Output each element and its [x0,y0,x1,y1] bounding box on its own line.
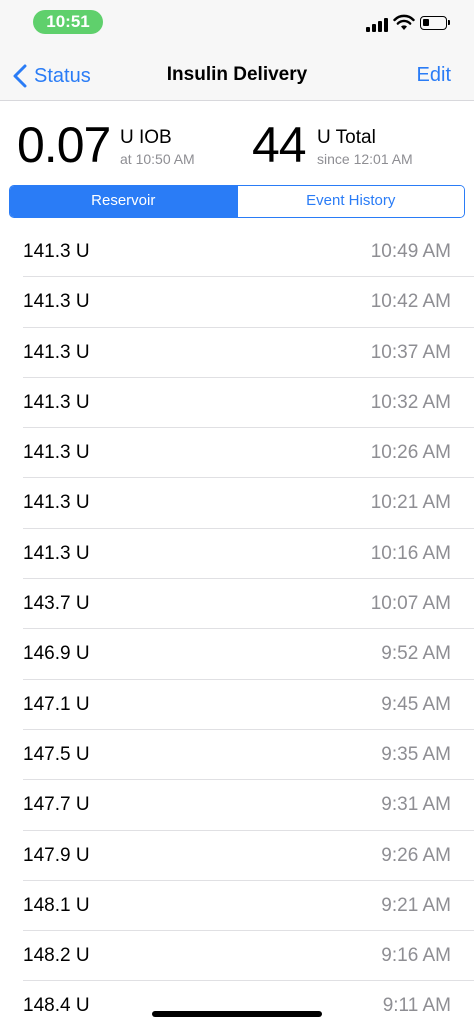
insulin-summary: 0.07 U IOB at 10:50 AM 44 U Total since … [0,110,474,180]
total-since: since 12:01 AM [317,151,413,167]
list-item[interactable]: 148.2 U 9:16 AM [0,931,474,982]
list-item[interactable]: 141.3 U 10:42 AM [0,277,474,328]
reservoir-amount: 141.3 U [23,492,90,514]
cellular-signal-icon [366,16,388,32]
reservoir-time: 9:11 AM [382,995,451,1017]
home-indicator[interactable] [152,1011,322,1017]
reservoir-amount: 148.2 U [23,945,90,967]
list-item[interactable]: 141.3 U 10:21 AM [0,478,474,529]
reservoir-time: 9:21 AM [381,894,451,916]
reservoir-amount: 146.9 U [23,643,90,665]
reservoir-time: 10:42 AM [370,291,451,313]
reservoir-amount: 141.3 U [23,241,90,262]
reservoir-time: 10:26 AM [370,442,451,464]
reservoir-time: 10:37 AM [370,341,451,363]
reservoir-time: 9:45 AM [381,693,451,715]
reservoir-time: 10:32 AM [370,391,451,413]
status-time: 10:51 [33,10,103,34]
reservoir-amount: 147.1 U [23,693,90,715]
list-item[interactable]: 141.3 U 10:49 AM [0,227,474,278]
reservoir-amount: 143.7 U [23,593,90,615]
reservoir-time: 9:16 AM [381,945,451,967]
list-item[interactable]: 148.1 U 9:21 AM [0,881,474,932]
reservoir-amount: 147.9 U [23,844,90,866]
list-item[interactable]: 147.5 U 9:35 AM [0,730,474,781]
iob-timestamp: at 10:50 AM [120,151,195,167]
reservoir-time: 9:35 AM [381,743,451,765]
reservoir-time: 9:52 AM [381,643,451,665]
reservoir-amount: 141.3 U [23,442,90,464]
tab-reservoir[interactable]: Reservoir [10,186,237,217]
reservoir-amount: 141.3 U [23,341,90,363]
reservoir-time: 9:31 AM [381,794,451,816]
top-bar: 10:51 Status Insulin Delivery Edit [0,0,474,101]
reservoir-time: 10:16 AM [370,542,451,564]
tab-event-history[interactable]: Event History [236,186,464,217]
list-item[interactable]: 141.3 U 10:32 AM [0,378,474,429]
battery-icon [420,16,450,30]
iob-unit: U IOB [120,127,172,148]
reservoir-amount: 141.3 U [23,291,90,313]
list-item[interactable]: 143.7 U 10:07 AM [0,579,474,630]
reservoir-amount: 148.4 U [23,995,90,1017]
edit-button[interactable]: Edit [417,64,451,87]
list-item[interactable]: 141.3 U 10:37 AM [0,328,474,378]
reservoir-list: 141.3 U 10:49 AM 141.3 U 10:42 AM 141.3 U 10:… [0,227,474,1025]
reservoir-amount: 147.5 U [23,743,90,765]
list-item[interactable]: 146.9 U 9:52 AM [0,629,474,680]
reservoir-time: 9:26 AM [381,844,451,866]
wifi-icon [393,14,415,30]
total-unit: U Total [317,127,376,148]
segmented-control: Reservoir Event History [9,185,465,218]
reservoir-amount: 147.7 U [23,794,90,816]
reservoir-time: 10:07 AM [370,593,451,615]
list-item[interactable]: 147.7 U 9:31 AM [0,780,474,831]
total-value: 44 [252,117,307,173]
reservoir-amount: 148.1 U [23,894,90,916]
iob-value: 0.07 [17,117,111,173]
reservoir-time: 10:21 AM [370,492,451,514]
page-title: Insulin Delivery [166,64,308,85]
list-item[interactable]: 147.9 U 9:26 AM [0,831,474,881]
list-item[interactable]: 148.4 U 9:11 AM [0,981,474,1025]
reservoir-amount: 141.3 U [23,391,90,413]
list-item[interactable]: 141.3 U 10:16 AM [0,529,474,580]
reservoir-amount: 141.3 U [23,542,90,564]
list-item[interactable]: 141.3 U 10:26 AM [0,428,474,479]
reservoir-time: 10:49 AM [370,241,451,262]
list-item[interactable]: 147.1 U 9:45 AM [0,680,474,730]
